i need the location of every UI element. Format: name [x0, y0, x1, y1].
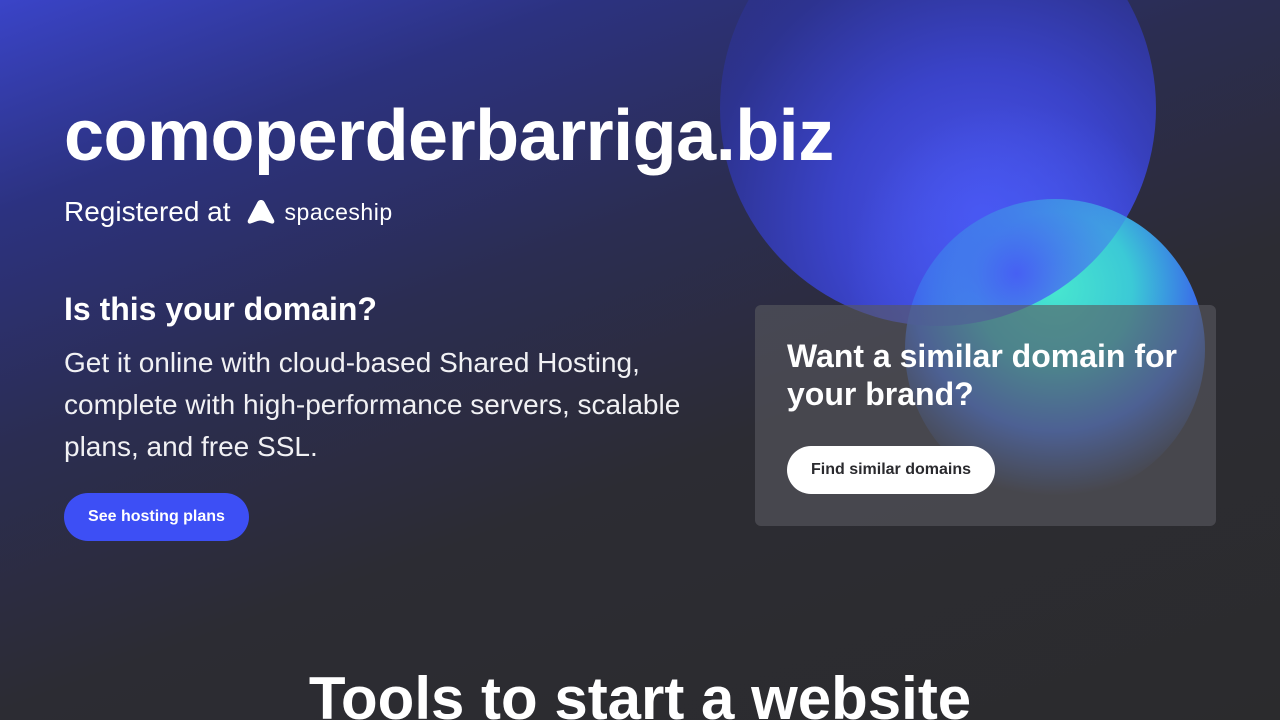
similar-domain-title: Want a similar domain for your brand?: [787, 338, 1177, 412]
registered-at-label: Registered at: [64, 196, 231, 227]
tools-section-heading: Tools to start a website: [308, 665, 972, 720]
registered-at-line: Registered at spaceship: [64, 194, 393, 230]
ownership-description: Get it online with cloud-based Shared Ho…: [64, 347, 681, 462]
similar-domain-card: Want a similar domain for your brand? Fi…: [755, 305, 1216, 526]
find-similar-domains-button[interactable]: Find similar domains: [787, 446, 995, 494]
registrar-name: spaceship: [284, 198, 393, 225]
ownership-heading: Is this your domain?: [64, 291, 377, 327]
domain-title: comoperderbarriga.biz: [64, 96, 834, 176]
registrar-brand-link[interactable]: spaceship: [247, 199, 393, 226]
spaceship-logo-icon: [247, 200, 274, 224]
see-hosting-plans-button[interactable]: See hosting plans: [64, 493, 249, 541]
